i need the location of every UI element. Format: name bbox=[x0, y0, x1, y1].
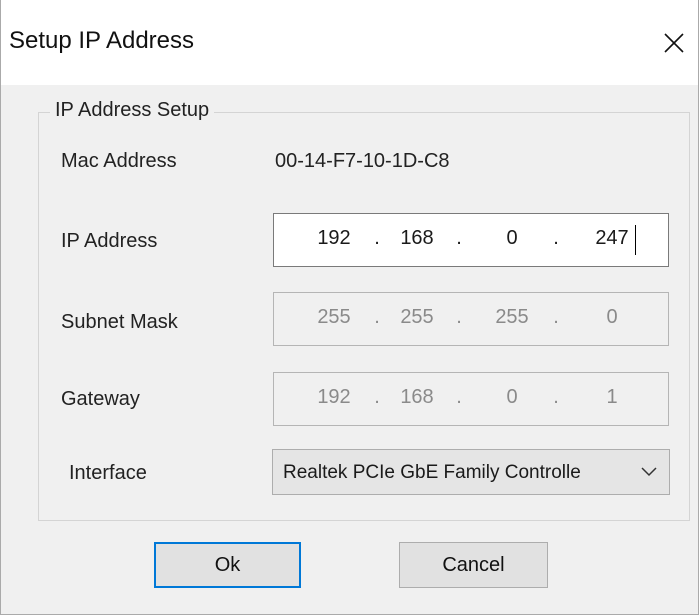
gateway-octet-3: 0 bbox=[506, 386, 518, 408]
group-title: IP Address Setup bbox=[50, 99, 215, 122]
interface-label: Interface bbox=[69, 462, 147, 484]
mac-address-label: Mac Address bbox=[61, 150, 177, 172]
gateway-separator: . bbox=[456, 386, 462, 408]
ip-octet-1[interactable]: 192 bbox=[312, 227, 356, 250]
gateway-field[interactable]: 192 . 168 . 0 . 1 bbox=[273, 372, 669, 426]
window-title: Setup IP Address bbox=[9, 27, 195, 54]
ip-separator: . bbox=[374, 227, 380, 249]
ip-octet-3[interactable]: 0 bbox=[490, 227, 534, 250]
mac-address-value: 00-14-F7-10-1D-C8 bbox=[275, 150, 450, 172]
gateway-octet-2: 168 bbox=[400, 386, 434, 408]
subnet-mask-field[interactable]: 255 . 255 . 255 . 0 bbox=[273, 292, 669, 346]
interface-dropdown[interactable]: Realtek PCIe GbE Family Controlle bbox=[272, 449, 670, 495]
ip-separator: . bbox=[456, 227, 462, 249]
ip-address-label: IP Address bbox=[61, 230, 158, 252]
subnet-octet-3: 255 bbox=[495, 306, 529, 328]
subnet-octet-4: 0 bbox=[606, 306, 618, 328]
subnet-mask-label: Subnet Mask bbox=[61, 311, 178, 333]
ip-octet-2[interactable]: 168 bbox=[395, 227, 439, 250]
gateway-octet-4: 1 bbox=[606, 386, 618, 408]
subnet-separator: . bbox=[374, 306, 380, 328]
subnet-octet-2: 255 bbox=[400, 306, 434, 328]
ok-button[interactable]: Ok bbox=[154, 542, 301, 588]
gateway-label: Gateway bbox=[61, 388, 140, 410]
gateway-separator: . bbox=[553, 386, 559, 408]
ip-separator: . bbox=[553, 227, 559, 249]
chevron-down-icon bbox=[641, 467, 657, 477]
subnet-octet-1: 255 bbox=[317, 306, 351, 328]
gateway-octet-1: 192 bbox=[317, 386, 351, 408]
close-icon bbox=[664, 33, 684, 53]
close-button[interactable] bbox=[649, 18, 697, 66]
ip-octet-4[interactable]: 247 bbox=[590, 227, 634, 250]
interface-selected-value: Realtek PCIe GbE Family Controlle bbox=[283, 462, 581, 483]
subnet-separator: . bbox=[456, 306, 462, 328]
gateway-separator: . bbox=[374, 386, 380, 408]
cancel-button[interactable]: Cancel bbox=[399, 542, 548, 588]
setup-ip-dialog: Setup IP Address IP Address Setup Mac Ad… bbox=[0, 0, 699, 615]
title-bar: Setup IP Address bbox=[1, 0, 698, 85]
subnet-separator: . bbox=[553, 306, 559, 328]
ip-address-field[interactable]: 192 . 168 . 0 . 247 bbox=[273, 213, 669, 267]
text-caret bbox=[635, 225, 636, 255]
